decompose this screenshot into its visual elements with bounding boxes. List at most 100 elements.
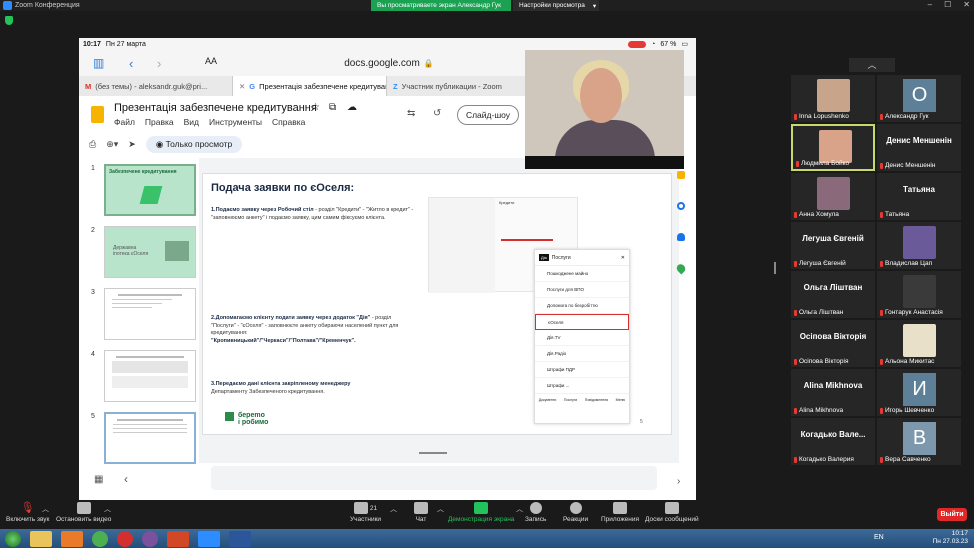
menu-tools[interactable]: Инструменты <box>209 117 262 127</box>
participant-tile[interactable]: Людмила Бойко <box>791 124 875 171</box>
participant-tile[interactable]: Inna Lopushenko <box>791 75 875 122</box>
view-options-button[interactable]: Настройки просмотра ▾ <box>513 0 599 11</box>
tab-zoom[interactable]: Z Участник публикации - Zoom <box>387 76 541 96</box>
participant-tile[interactable]: Легуша Євгеній Легуша Євгеній <box>791 222 875 269</box>
participant-tile[interactable]: Alina Mikhnova Alina Mikhnova <box>791 369 875 416</box>
scrollbar-handle[interactable] <box>419 452 447 454</box>
participant-tile[interactable]: Когадько Вале... Когадько Валерия <box>791 418 875 465</box>
participant-tile[interactable]: В Вера Савченко <box>877 418 961 465</box>
zoom-icon[interactable]: ⊕▾ <box>106 139 118 150</box>
slide-page-number: 5 <box>640 419 643 425</box>
close-icon[interactable]: ✕ <box>963 0 970 9</box>
thumbnail-slide-3[interactable] <box>104 288 196 340</box>
maximize-icon[interactable]: ☐ <box>944 0 951 9</box>
sidebar-toggle-icon[interactable]: ▥ <box>93 56 104 70</box>
chat-options-icon[interactable]: ︿ <box>437 504 444 514</box>
slides-toolbar: ⎙ ⊕▾ ➤ ◉ Только просмотр <box>89 134 389 154</box>
participant-tile[interactable]: Гонтарук Анастасія <box>877 271 961 318</box>
video-camera-icon <box>76 502 91 514</box>
comments-icon[interactable]: ⇆ <box>407 108 415 119</box>
audio-options-icon[interactable]: ︿ <box>42 504 49 514</box>
slideshow-button[interactable]: Слайд-шоу <box>457 105 519 125</box>
thumbnail-slide-1[interactable]: Забезпечене кредитування <box>104 164 196 216</box>
record-button[interactable]: Запись <box>525 502 546 523</box>
tab-gmail[interactable]: M (без темы) - aleksandr.guk@pri... <box>79 76 233 96</box>
print-icon[interactable]: ⎙ <box>89 139 96 150</box>
system-clock[interactable]: 10:17 Пн 27.03.23 <box>933 530 968 546</box>
explorer-icon[interactable] <box>30 530 52 547</box>
menu-edit[interactable]: Правка <box>145 117 174 127</box>
participant-name: Анна Хомула <box>799 211 839 218</box>
participant-tile[interactable]: Анна Хомула <box>791 173 875 220</box>
leave-button[interactable]: Выйти <box>937 508 967 521</box>
chat-button[interactable]: Чат <box>414 502 428 523</box>
whiteboards-button[interactable]: Доски сообщений <box>645 502 699 523</box>
view-only-badge[interactable]: ◉ Только просмотр <box>145 135 243 153</box>
zoom-taskbar-icon[interactable] <box>198 530 220 547</box>
start-button-icon[interactable] <box>5 530 21 547</box>
opera-icon[interactable] <box>117 530 133 547</box>
security-shield-icon[interactable] <box>5 16 13 25</box>
thumbnail-slide-4[interactable] <box>104 350 196 402</box>
gallery-resize-handle[interactable] <box>774 262 776 274</box>
powerpoint-icon[interactable] <box>167 530 189 547</box>
menu-help[interactable]: Справка <box>272 117 305 127</box>
language-indicator[interactable]: EN <box>874 534 884 541</box>
participant-name: Денис Меншенін <box>885 162 936 169</box>
slide-thumbnails: 1 Забезпечене кредитування 2 Державна іп… <box>79 158 199 464</box>
cloud-icon[interactable]: ☁ <box>347 102 357 113</box>
thumb-lines <box>112 307 152 308</box>
participants-button[interactable]: 21 Участники <box>350 502 381 523</box>
diia-bottom-nav: Документи Послуги Повідомлення Меню <box>535 394 629 402</box>
forward-icon[interactable]: › <box>157 56 161 71</box>
video-options-icon[interactable]: ︿ <box>104 504 111 514</box>
move-icon[interactable]: ⧉ <box>329 102 336 113</box>
back-icon[interactable]: ‹ <box>129 56 133 71</box>
participant-tile[interactable]: Ольга Ліштван Ольга Ліштван <box>791 271 875 318</box>
tab-close-icon[interactable]: ✕ <box>239 82 245 91</box>
reactions-button[interactable]: Реакции <box>563 502 588 523</box>
next-arrow-icon[interactable]: › <box>677 476 680 487</box>
sidebar-tasks-icon[interactable] <box>677 202 685 210</box>
history-icon[interactable]: ↺ <box>433 108 441 119</box>
presentation-title[interactable]: Презентація забезпечене кредитування <box>114 102 317 114</box>
minimize-icon[interactable]: – <box>928 0 932 9</box>
viber-icon[interactable] <box>142 530 158 547</box>
participant-tile[interactable]: Осіпова Вікторія Осіпова Вікторія <box>791 320 875 367</box>
participant-tile[interactable]: Альона Микитас <box>877 320 961 367</box>
participant-tile[interactable]: Денис Меншенін Денис Меншенін <box>877 124 961 171</box>
diia-header: Дія Послуги ✕ <box>535 250 629 266</box>
select-cursor-icon[interactable]: ➤ <box>128 139 136 150</box>
share-options-icon[interactable]: ︿ <box>516 504 523 514</box>
apps-label: Приложения <box>601 516 640 523</box>
participants-label: Участники <box>350 516 382 523</box>
participant-tile[interactable]: О Александр Гук <box>877 75 961 122</box>
address-bar[interactable]: docs.google.com 🔒 <box>199 53 579 73</box>
chrome-icon[interactable] <box>92 530 108 547</box>
tab-presentation[interactable]: ✕ G Презентація забезпечене кредитування <box>233 76 387 96</box>
muted-mic-icon <box>880 309 883 316</box>
menu-file[interactable]: Файл <box>114 117 135 127</box>
gallery-collapse-button[interactable]: ︿ <box>849 58 895 72</box>
word-icon[interactable] <box>229 530 251 547</box>
menu-view[interactable]: Вид <box>184 117 199 127</box>
participant-name-label: Денис Меншенін <box>880 162 935 169</box>
speaker-notes-area[interactable] <box>211 466 657 490</box>
grid-view-icon[interactable]: ▦ <box>94 474 103 485</box>
participant-tile[interactable]: И Игорь Шевченко <box>877 369 961 416</box>
star-icon[interactable]: ☆ <box>311 102 320 113</box>
share-screen-button[interactable]: Демонстрация экрана <box>448 502 514 523</box>
sidebar-contacts-icon[interactable] <box>677 233 685 241</box>
participant-tile[interactable]: Владислав Цап <box>877 222 961 269</box>
apps-button[interactable]: Приложения <box>601 502 639 523</box>
collapse-panel-icon[interactable]: ‹ <box>124 472 128 486</box>
participants-options-icon[interactable]: ︿ <box>390 504 397 514</box>
thumbnail-slide-2[interactable]: Державна іпотека єОселя <box>104 226 196 278</box>
sidebar-keep-icon[interactable] <box>677 171 685 179</box>
diia-nav-label: Повідомлення <box>584 398 609 402</box>
media-player-icon[interactable] <box>61 530 83 547</box>
thumb-number: 2 <box>91 227 95 234</box>
participant-name: Alina Mikhnova <box>799 407 844 414</box>
participant-tile[interactable]: Татьяна Татьяна <box>877 173 961 220</box>
thumbnail-slide-5[interactable] <box>104 412 196 464</box>
